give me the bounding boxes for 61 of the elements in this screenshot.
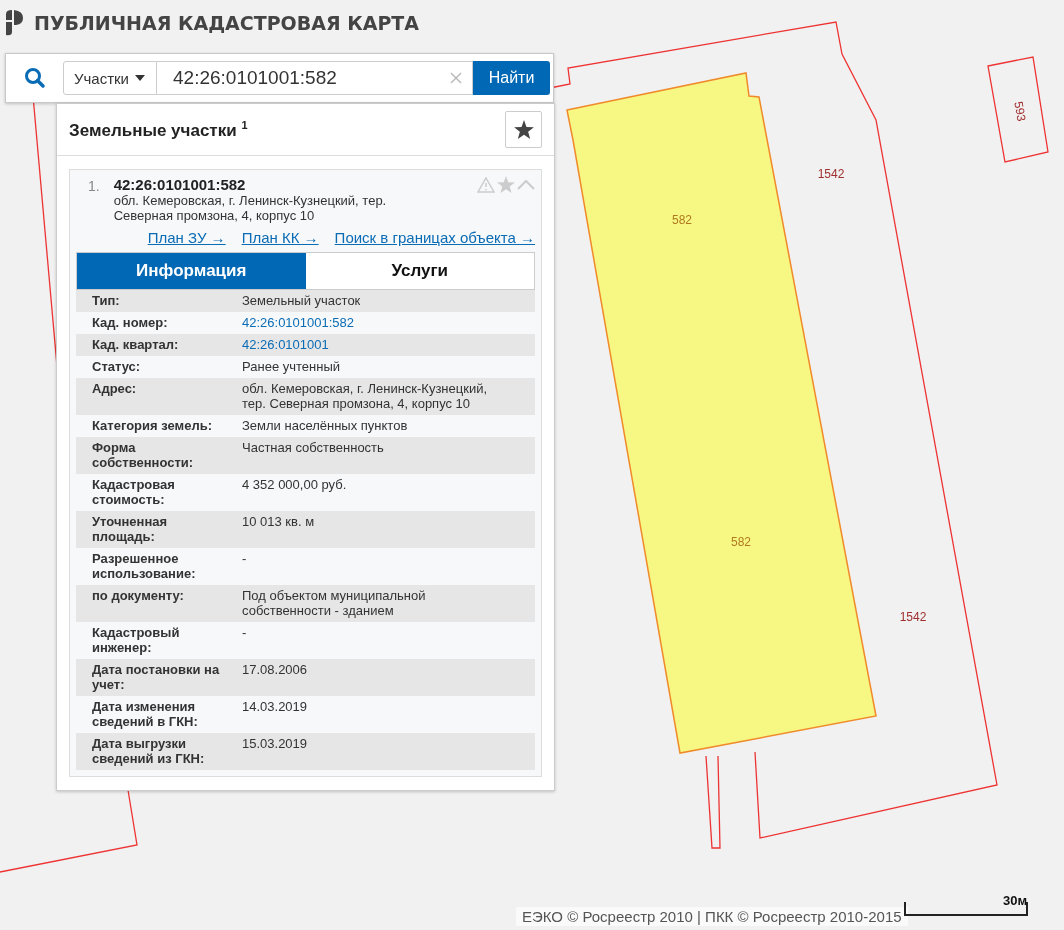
field-label: Кад. квартал: [92,337,180,352]
parcel-number-label: 593 [1011,100,1029,123]
info-tab[interactable]: Услуги [305,253,534,289]
star-icon [513,120,534,139]
field-label: Кадастровая стоимость: [92,477,176,507]
field-label: Дата постановки на учет: [92,662,221,692]
field-value: 17.08.2006 [242,662,309,679]
field-value: 15.03.2019 [242,736,309,753]
field-label: Форма собственности: [92,440,195,470]
parcel-number-label: 1542 [899,610,927,624]
plan-link[interactable]: Поиск в границах объекта → [334,229,535,246]
field-label: Адрес: [92,381,138,398]
field-label: Кадастровый инженер: [92,625,181,655]
field-label: Уточненная площадь: [92,514,169,544]
app-title: ПУБЛИЧНАЯ КАДАСТРОВАЯ КАРТА [34,12,420,34]
info-tab[interactable]: Информация [77,253,306,289]
star-icon[interactable] [497,176,515,193]
plan-link[interactable]: План ЗУ → [147,229,226,246]
field-label: Статус: [92,359,142,374]
field-link[interactable]: 42:26:0101001:582 [242,315,512,330]
search-icon[interactable] [23,67,46,89]
field-value: Земельный участок [242,293,362,308]
field-label: по документу: [92,588,185,605]
field-value: обл. Кемеровская, г. Ленинск-Кузнецкий, тер. Северная промзона, 4, корпус 10 [242,381,489,411]
parcel-number-label: 582 [672,213,692,227]
search-field[interactable]: 42:26:0101001:582 [157,61,473,95]
field-value: 10 013 кв. м [242,514,316,531]
search-value: 42:26:0101001:582 [173,67,337,89]
scale-label: 30м [1003,893,1028,908]
parcel-number-label: 582 [731,535,751,549]
field-value: - [242,625,248,642]
field-link[interactable]: 42:26:0101001 [242,337,512,352]
category-dropdown[interactable]: Участки [63,61,157,95]
field-label: Дата выгрузки сведений из ГКН: [92,736,206,766]
favorite-button[interactable] [505,111,542,148]
caret-icon [135,75,145,81]
field-value: 14.03.2019 [242,699,309,716]
warning-icon[interactable] [477,176,495,193]
results-title: Земельные участки $^{1}$ [69,118,248,141]
map-attribution: ЕЭКО © Росреестр 2010 | ПКК © Росреестр 2010-2015 [516,907,908,926]
field-value: Частная собственность [242,440,385,457]
field-label: Тип: [92,293,121,308]
item-index: 1. [88,177,100,196]
field-value: Под объектом муниципальной собственности - зданием [242,588,427,618]
cadastral-number: 42:26:0101001:582 [113,176,247,193]
field-label: Категория земель: [92,418,213,433]
field-value: Земли населённых пунктов [242,418,409,433]
selected-parcel[interactable] [566,72,877,754]
parcel-number-label: 1542 [817,167,845,181]
plan-link[interactable]: План КК → [241,229,319,246]
field-label: Дата изменения сведений в ГКН: [92,699,199,729]
clear-icon[interactable] [450,72,462,84]
chevron-up-icon[interactable] [517,178,535,191]
field-label: Разрешенное использование: [92,551,197,581]
find-button[interactable]: Найти [473,61,550,95]
item-address: обл. Кемеровская, г. Ленинск-Кузнецкий, тер. Северная промзона, 4, корпус 10 [113,193,388,223]
field-value: - [242,551,248,568]
field-label: Кад. номер: [92,315,169,330]
field-value: Ранее учтенный [242,359,341,374]
field-value: 4 352 000,00 руб. [242,477,348,494]
logo-icon [4,10,24,36]
